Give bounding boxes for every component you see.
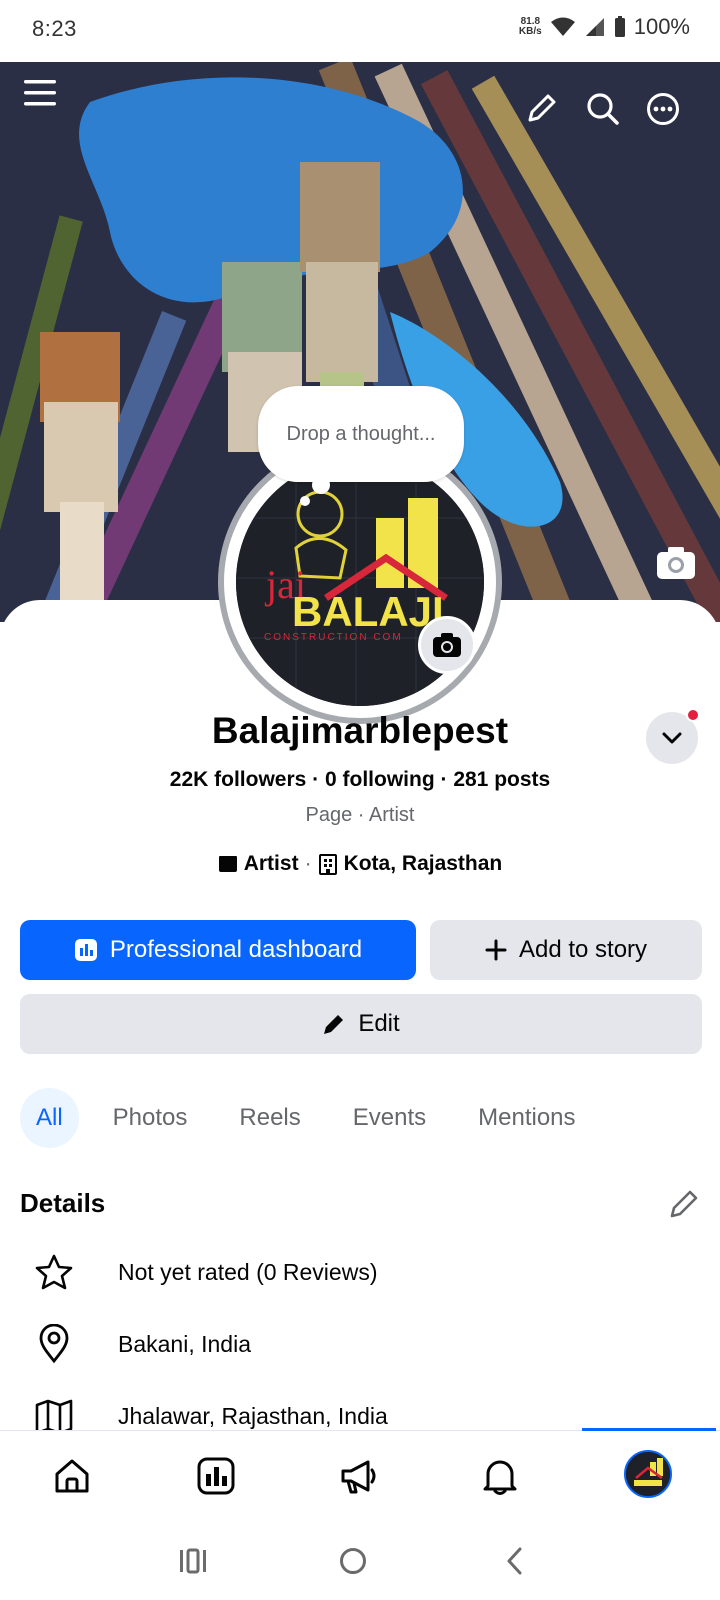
home-button-icon[interactable] xyxy=(338,1546,368,1576)
professional-dashboard-label: Professional dashboard xyxy=(109,936,363,963)
back-icon[interactable] xyxy=(500,1546,530,1576)
status-right: 81.8 KB/s 100% xyxy=(519,14,690,40)
tab-all[interactable]: All xyxy=(20,1088,79,1148)
thought-bubble-placeholder: Drop a thought... xyxy=(286,422,436,445)
battery-icon xyxy=(614,16,625,37)
notification-dot xyxy=(686,708,700,722)
nav-ads[interactable] xyxy=(334,1452,382,1500)
page-category: Page · Artist xyxy=(305,804,415,826)
tag-location: Kota, Rajasthan xyxy=(343,852,503,875)
svg-text:CONSTRUCTION COM: CONSTRUCTION COM xyxy=(264,632,403,643)
battery-percent: 100% xyxy=(633,14,690,39)
camera-icon xyxy=(433,633,461,657)
bubble-tail xyxy=(312,476,330,494)
net-speed: 81.8 KB/s xyxy=(518,16,542,37)
recent-apps-icon[interactable] xyxy=(178,1546,208,1576)
page-name: Balajimarblepest xyxy=(211,710,509,751)
add-to-story-label: Add to story xyxy=(518,936,648,963)
star-icon xyxy=(35,1254,73,1290)
pencil-icon xyxy=(324,1015,344,1034)
edit-button[interactable]: Edit xyxy=(20,994,702,1054)
megaphone-icon xyxy=(341,1460,376,1494)
signal-icon xyxy=(585,18,604,36)
plus-icon xyxy=(485,939,507,961)
tab-mentions[interactable]: Mentions xyxy=(462,1088,591,1148)
tab-events[interactable]: Events xyxy=(337,1088,442,1148)
details-region-text: Jhalawar, Rajasthan, India xyxy=(118,1402,388,1429)
tag-category: Artist xyxy=(243,852,299,875)
tab-reels[interactable]: Reels xyxy=(223,1088,316,1148)
chevron-down-icon xyxy=(662,732,682,744)
nav-dashboard[interactable] xyxy=(192,1452,240,1500)
thought-bubble[interactable]: Drop a thought... xyxy=(258,386,464,482)
avatar-camera-button[interactable] xyxy=(418,616,476,674)
system-navigation-bar xyxy=(0,1530,720,1600)
tab-photos[interactable]: Photos xyxy=(97,1088,204,1148)
profile-avatar-mini xyxy=(626,1452,670,1496)
add-to-story-button[interactable]: Add to story xyxy=(430,920,702,980)
nav-notifications[interactable] xyxy=(476,1452,524,1500)
content-tabs: All Photos Reels Events Mentions xyxy=(20,1088,612,1148)
nav-active-indicator xyxy=(582,1428,716,1431)
edit-label: Edit xyxy=(358,1010,400,1037)
status-bar: 8:23 81.8 KB/s 100% xyxy=(0,0,720,62)
details-heading: Details xyxy=(20,1188,106,1218)
details-row-location[interactable]: Bakani, India xyxy=(32,1322,251,1366)
nav-home[interactable] xyxy=(48,1452,96,1500)
profile-stats[interactable]: 22K followers · 0 following · 281 posts xyxy=(0,768,720,792)
edit-details-pencil-icon[interactable] xyxy=(668,1188,700,1220)
dashboard-chart-icon xyxy=(74,939,97,961)
menu-icon[interactable] xyxy=(22,76,58,110)
dashboard-icon xyxy=(197,1457,235,1495)
details-row-rating[interactable]: Not yet rated (0 Reviews) xyxy=(32,1250,377,1294)
building-icon xyxy=(318,854,337,875)
professional-dashboard-button[interactable]: Professional dashboard xyxy=(20,920,416,980)
tag-separator: · xyxy=(304,852,312,875)
cover-camera-icon[interactable] xyxy=(656,546,696,580)
location-pin-icon xyxy=(39,1324,69,1364)
bell-icon xyxy=(483,1460,517,1495)
clapperboard-icon xyxy=(218,856,237,872)
svg-text:BALAJI: BALAJI xyxy=(292,588,444,635)
nav-profile-avatar[interactable] xyxy=(624,1450,672,1498)
home-icon xyxy=(55,1459,89,1493)
more-options-icon[interactable] xyxy=(646,92,680,126)
details-rating-text: Not yet rated (0 Reviews) xyxy=(118,1258,378,1285)
search-icon[interactable] xyxy=(586,92,620,126)
bubble-tail-small xyxy=(300,496,310,506)
map-icon xyxy=(35,1399,73,1433)
profile-tags: Artist · Kota, Rajasthan xyxy=(0,852,720,876)
details-location-text: Bakani, India xyxy=(118,1330,251,1357)
status-time: 8:23 xyxy=(32,16,77,41)
wifi-icon xyxy=(550,17,575,36)
pencil-icon[interactable] xyxy=(526,92,558,124)
